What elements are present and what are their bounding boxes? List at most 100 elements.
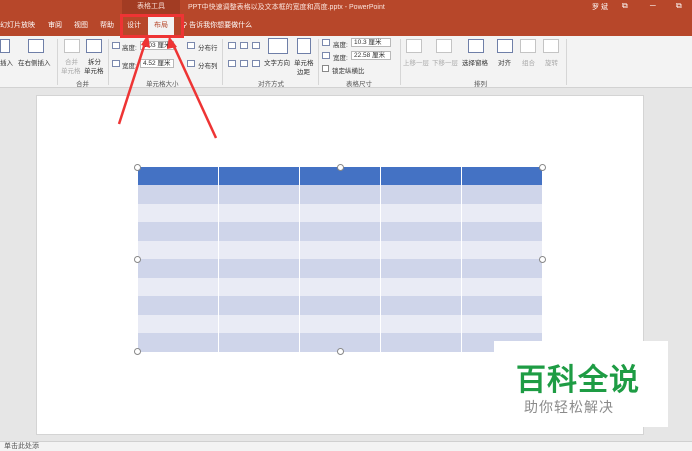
align-middle-icon[interactable] — [240, 60, 248, 67]
table-cell[interactable] — [299, 203, 381, 223]
send-backward-label[interactable]: 下移一层 — [432, 57, 458, 67]
table-cell[interactable] — [380, 333, 462, 352]
table-cell[interactable] — [218, 277, 300, 297]
table-row[interactable] — [137, 259, 543, 278]
tab-slideshow[interactable]: 幻灯片放映 — [0, 16, 35, 36]
selection-pane-label[interactable]: 选择窗格 — [462, 57, 488, 67]
table-cell[interactable] — [218, 259, 300, 278]
table-cell[interactable] — [299, 240, 381, 260]
split-cells-icon[interactable] — [86, 39, 102, 53]
resize-handle-bottom[interactable] — [337, 348, 344, 355]
slide-table[interactable] — [137, 167, 543, 352]
table-cell[interactable] — [461, 259, 543, 278]
table-cell[interactable] — [380, 167, 462, 186]
insert-below-label[interactable]: 插入 — [0, 57, 13, 67]
lock-aspect-ratio-checkbox[interactable] — [322, 65, 329, 72]
align-top-icon[interactable] — [228, 60, 236, 67]
table-cell[interactable] — [218, 167, 300, 186]
table-cell[interactable] — [380, 314, 462, 334]
rotate-label[interactable]: 旋转 — [545, 57, 558, 67]
table-cell[interactable] — [299, 296, 381, 315]
text-direction-icon[interactable] — [268, 38, 288, 54]
table-cell[interactable] — [137, 222, 219, 241]
table-cell[interactable] — [461, 240, 543, 260]
table-cell[interactable] — [299, 222, 381, 241]
table-cell[interactable] — [137, 167, 219, 186]
table-cell[interactable] — [380, 185, 462, 204]
table-cell[interactable] — [137, 240, 219, 260]
minimize-icon[interactable]: ─ — [650, 1, 656, 10]
table-cell[interactable] — [380, 222, 462, 241]
resize-handle-top-left[interactable] — [134, 164, 141, 171]
distribute-rows-label[interactable]: 分布行 — [198, 42, 218, 52]
table-cell[interactable] — [299, 314, 381, 334]
cell-margins-icon[interactable] — [297, 38, 311, 54]
tab-view[interactable]: 视图 — [74, 16, 88, 36]
table-row[interactable] — [137, 222, 543, 241]
table-cell[interactable] — [137, 185, 219, 204]
table-cell[interactable] — [461, 203, 543, 223]
align-objects-label[interactable]: 对齐 — [498, 57, 511, 67]
table-cell[interactable] — [461, 222, 543, 241]
split-cells-label-2[interactable]: 单元格 — [84, 65, 104, 75]
resize-handle-left[interactable] — [134, 256, 141, 263]
table-cell[interactable] — [461, 185, 543, 204]
align-right-icon[interactable] — [252, 42, 260, 49]
table-width-input[interactable]: 22.58 厘米 — [351, 51, 391, 60]
table-row[interactable] — [137, 240, 543, 260]
table-cell[interactable] — [380, 259, 462, 278]
resize-handle-bottom-left[interactable] — [134, 348, 141, 355]
bring-forward-icon[interactable] — [406, 39, 422, 53]
table-height-input[interactable]: 10.3 厘米 — [351, 38, 391, 47]
table-cell[interactable] — [137, 277, 219, 297]
align-left-icon[interactable] — [228, 42, 236, 49]
table-cell[interactable] — [137, 203, 219, 223]
table-cell[interactable] — [137, 296, 219, 315]
cell-height-input[interactable]: 1.03 厘米 — [140, 41, 174, 50]
distribute-rows-icon[interactable] — [187, 42, 195, 49]
table-cell[interactable] — [218, 296, 300, 315]
distribute-columns-icon[interactable] — [187, 60, 195, 67]
cell-margins-label-2[interactable]: 边距 — [297, 66, 310, 76]
table-cell[interactable] — [461, 296, 543, 315]
table-cell[interactable] — [137, 314, 219, 334]
table-cell[interactable] — [218, 240, 300, 260]
table-row[interactable] — [137, 314, 543, 334]
bring-forward-label[interactable]: 上移一层 — [403, 57, 429, 67]
align-bottom-icon[interactable] — [252, 60, 260, 67]
distribute-columns-label[interactable]: 分布列 — [198, 60, 218, 70]
resize-handle-top[interactable] — [337, 164, 344, 171]
table-cell[interactable] — [299, 259, 381, 278]
table-row[interactable] — [137, 185, 543, 204]
table-cell[interactable] — [137, 333, 219, 352]
group-objects-label[interactable]: 组合 — [522, 57, 535, 67]
table-cell[interactable] — [218, 314, 300, 334]
send-backward-icon[interactable] — [436, 39, 452, 53]
restore-icon[interactable]: ⧉ — [676, 1, 682, 11]
table-row[interactable] — [137, 203, 543, 223]
user-name[interactable]: 罗 斌 — [592, 2, 608, 12]
table-cell[interactable] — [218, 333, 300, 352]
text-direction-label[interactable]: 文字方向 — [264, 57, 290, 67]
table-cell[interactable] — [218, 203, 300, 223]
cell-width-input[interactable]: 4.52 厘米 — [140, 59, 174, 68]
merge-cells-label-2[interactable]: 单元格 — [61, 65, 81, 75]
merge-cells-icon[interactable] — [64, 39, 80, 53]
table-cell[interactable] — [461, 277, 543, 297]
group-objects-icon[interactable] — [520, 39, 536, 53]
table-cell[interactable] — [218, 222, 300, 241]
table-cell[interactable] — [380, 277, 462, 297]
selection-pane-icon[interactable] — [468, 39, 484, 53]
tell-me-box[interactable]: ⚲ 告诉我你想要做什么 — [182, 16, 252, 36]
insert-right-label[interactable]: 在右侧插入 — [18, 57, 51, 67]
resize-handle-right[interactable] — [539, 256, 546, 263]
table-row[interactable] — [137, 277, 543, 297]
tab-review[interactable]: 审阅 — [48, 16, 62, 36]
align-objects-icon[interactable] — [497, 39, 513, 53]
table-cell[interactable] — [299, 185, 381, 204]
table-cell[interactable] — [299, 277, 381, 297]
table-cell[interactable] — [461, 167, 543, 186]
resize-handle-top-right[interactable] — [539, 164, 546, 171]
table-cell[interactable] — [461, 314, 543, 334]
rotate-icon[interactable] — [543, 39, 559, 53]
